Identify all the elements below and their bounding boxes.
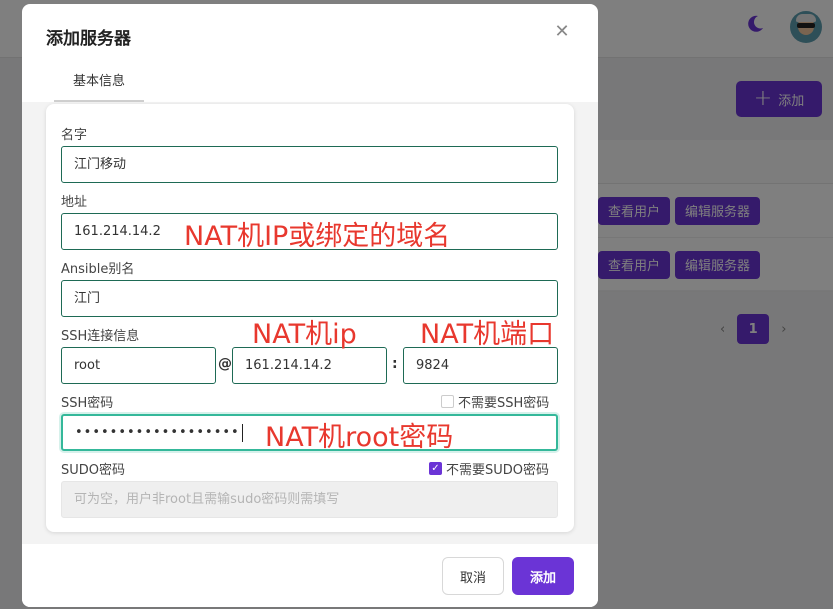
check-icon: ✓	[429, 462, 442, 475]
name-input[interactable]: 江门移动	[61, 146, 558, 183]
ssh-connection-label: SSH连接信息	[61, 329, 140, 344]
text-caret	[241, 423, 243, 442]
checkbox-icon	[441, 395, 454, 408]
ansible-alias-label: Ansible别名	[61, 262, 135, 277]
dialog-footer: 取消 添加	[22, 544, 598, 607]
close-icon[interactable]: ✕	[552, 22, 572, 42]
annotation-port: NAT机端口	[420, 319, 555, 350]
no-sudo-password-checkbox[interactable]: ✓ 不需要SUDO密码	[429, 459, 549, 478]
annotation-password: NAT机root密码	[265, 422, 454, 453]
submit-add-button[interactable]: 添加	[512, 557, 574, 595]
no-ssh-password-label: 不需要SSH密码	[458, 396, 550, 411]
sudo-password-label: SUDO密码	[61, 463, 126, 478]
ssh-password-label: SSH密码	[61, 396, 114, 411]
ssh-user-input[interactable]: root	[61, 347, 216, 384]
ssh-port-input[interactable]: 9824	[403, 347, 558, 384]
ssh-password-value: •••••••••••••••••••	[75, 425, 240, 440]
cancel-button[interactable]: 取消	[442, 557, 504, 595]
dialog-title: 添加服务器	[46, 29, 131, 49]
address-label: 地址	[61, 195, 88, 210]
sudo-password-input[interactable]: 可为空，用户非root且需输sudo密码则需填写	[61, 481, 558, 518]
no-ssh-password-checkbox[interactable]: 不需要SSH密码	[441, 392, 549, 411]
at-separator: @	[218, 356, 232, 372]
tab-basic-info[interactable]: 基本信息	[54, 66, 144, 102]
annotation-host: NAT机ip	[252, 319, 357, 350]
ssh-host-input[interactable]: 161.214.14.2	[232, 347, 387, 384]
colon-separator: :	[392, 356, 398, 372]
no-sudo-password-label: 不需要SUDO密码	[446, 463, 550, 478]
add-server-dialog: 添加服务器 ✕ 基本信息 名字 江门移动 地址 161.214.14.2 Ans…	[22, 4, 598, 607]
annotation-address: NAT机IP或绑定的域名	[184, 221, 451, 252]
name-label: 名字	[61, 128, 88, 143]
